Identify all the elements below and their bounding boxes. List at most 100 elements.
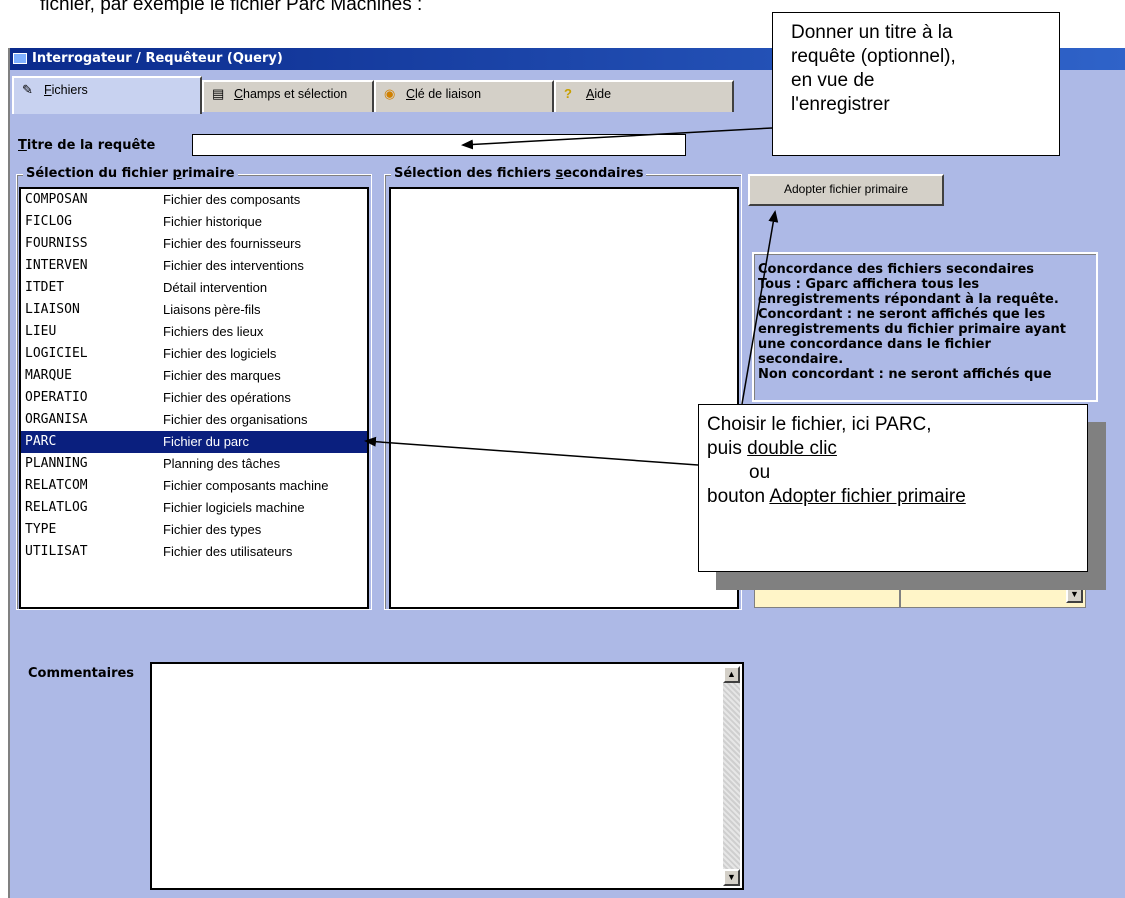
tab-fichiers-accel: F bbox=[44, 83, 52, 97]
primary-file-legend: Sélection du fichier primaire bbox=[23, 166, 238, 181]
callout-choose-line1: Choisir le fichier, ici PARC, bbox=[707, 414, 932, 435]
callout-choose-file: Choisir le fichier, ici PARC, puis doubl… bbox=[698, 404, 1088, 572]
list-item[interactable]: MARQUE Fichier des marques bbox=[21, 365, 367, 387]
file-code: PARC bbox=[25, 434, 57, 449]
pencil-icon: ✎ bbox=[22, 82, 33, 97]
tab-aide-label: ide bbox=[594, 87, 612, 101]
list-item[interactable]: UTILISAT Fichier des utilisateurs bbox=[21, 541, 367, 563]
tab-aide[interactable]: ? Aide bbox=[554, 80, 734, 112]
callout-title-line: requête (optionnel), bbox=[791, 46, 956, 67]
list-item[interactable]: PLANNING Planning des tâches bbox=[21, 453, 367, 475]
info-line: Concordance des fichiers secondaires bbox=[758, 262, 1035, 277]
file-code: COMPOSAN bbox=[25, 192, 88, 207]
list-item[interactable]: TYPE Fichier des types bbox=[21, 519, 367, 541]
secondary-file-legend: Sélection des fichiers secondaires bbox=[391, 166, 647, 181]
callout-line2-ul: double clic bbox=[747, 438, 837, 459]
info-line: enregistrements du fichier primaire ayan… bbox=[758, 322, 1067, 337]
match-type-cell[interactable] bbox=[754, 582, 900, 608]
info-line: Concordant : ne seront affichés que les bbox=[758, 307, 1046, 322]
primary-file-group: Sélection du fichier primaire COMPOSAN Fi… bbox=[16, 166, 372, 610]
callout-title-line: Donner un titre à la bbox=[791, 22, 953, 43]
file-description: Fichier des interventions bbox=[163, 258, 304, 273]
info-line: Non concordant : ne seront affichés que bbox=[758, 367, 1052, 382]
primary-legend-start: Sélection du fichier bbox=[26, 166, 173, 181]
file-code: RELATCOM bbox=[25, 478, 88, 493]
file-description: Fichier historique bbox=[163, 214, 262, 229]
file-code: TYPE bbox=[25, 522, 57, 537]
file-code: PLANNING bbox=[25, 456, 88, 471]
tab-fichiers[interactable]: ✎ Fichiers bbox=[12, 76, 202, 114]
file-code: RELATLOG bbox=[25, 500, 88, 515]
file-description: Fichier des marques bbox=[163, 368, 281, 383]
callout-choose-line3: ou bbox=[749, 462, 771, 483]
file-description: Détail intervention bbox=[163, 280, 268, 295]
file-description: Fichiers des lieux bbox=[163, 324, 264, 339]
info-line: une concordance dans le fichier bbox=[758, 337, 991, 352]
file-description: Fichier des organisations bbox=[163, 412, 308, 427]
fields-icon: ▤ bbox=[212, 86, 225, 101]
primary-legend-accel: p bbox=[172, 166, 182, 181]
list-item[interactable]: LOGICIEL Fichier des logiciels bbox=[21, 343, 367, 365]
callout-title-line: en vue de bbox=[791, 70, 875, 91]
secondary-file-list[interactable] bbox=[389, 187, 739, 609]
file-code: ITDET bbox=[25, 280, 65, 295]
window-title: Interrogateur / Requêteur (Query) bbox=[32, 51, 283, 66]
list-item[interactable]: LIAISON Liaisons père-fils bbox=[21, 299, 367, 321]
file-description: Fichier logiciels machine bbox=[163, 500, 305, 515]
callout-title-line: l'enregistrer bbox=[791, 94, 890, 115]
tab-cle-accel: C bbox=[406, 87, 416, 101]
callout-choose-line2: puis double clic bbox=[707, 437, 1079, 461]
file-code: FOURNISS bbox=[25, 236, 88, 251]
question-icon: ? bbox=[564, 86, 572, 101]
file-code: FICLOG bbox=[25, 214, 72, 229]
file-code: OPERATIO bbox=[25, 390, 88, 405]
query-title-input[interactable] bbox=[192, 134, 686, 156]
callout-title-hint: Donner un titre à la requête (optionnel)… bbox=[772, 12, 1060, 156]
callout-choose-line4: bouton Adopter fichier primaire bbox=[707, 485, 1079, 509]
callout-line4-ul: Adopter fichier primaire bbox=[769, 486, 966, 507]
file-description: Planning des tâches bbox=[163, 456, 281, 471]
list-item[interactable]: OPERATIO Fichier des opérations bbox=[21, 387, 367, 409]
file-description: Fichier des types bbox=[163, 522, 262, 537]
comments-textarea[interactable]: ▲ ▼ bbox=[150, 662, 744, 890]
file-code: INTERVEN bbox=[25, 258, 88, 273]
file-code: UTILISAT bbox=[25, 544, 88, 559]
tab-cle-liaison[interactable]: ◉ Clé de liaison bbox=[374, 80, 554, 112]
primary-file-list[interactable]: COMPOSAN Fichier des composants FICLOG Fich… bbox=[19, 187, 369, 609]
info-line: Tous : Gparc affichera tous les bbox=[758, 277, 980, 292]
query-title-accel: T bbox=[18, 138, 27, 153]
list-item[interactable]: PARC Fichier du parc bbox=[21, 431, 367, 453]
file-description: Fichier des opérations bbox=[163, 390, 291, 405]
secondary-file-group: Sélection des fichiers secondaires bbox=[384, 166, 742, 610]
document-text: fichier, par exemple le fichier Parc Mac… bbox=[40, 0, 423, 15]
list-item[interactable]: INTERVEN Fichier des interventions bbox=[21, 255, 367, 277]
file-description: Fichier des utilisateurs bbox=[163, 544, 293, 559]
list-item[interactable]: RELATCOM Fichier composants machine bbox=[21, 475, 367, 497]
chevron-down-icon[interactable]: ▼ bbox=[1066, 586, 1083, 603]
scroll-up-icon[interactable]: ▲ bbox=[723, 666, 740, 683]
list-item[interactable]: RELATLOG Fichier logiciels machine bbox=[21, 497, 367, 519]
list-item[interactable]: COMPOSAN Fichier des composants bbox=[21, 189, 367, 211]
list-item[interactable]: FOURNISS Fichier des fournisseurs bbox=[21, 233, 367, 255]
file-code: LIEU bbox=[25, 324, 57, 339]
file-description: Fichier du parc bbox=[163, 434, 249, 449]
secondary-legend-start: Sélection des fichiers bbox=[394, 166, 556, 181]
file-code: ORGANISA bbox=[25, 412, 88, 427]
adopt-primary-button[interactable]: Adopter fichier primaire bbox=[748, 174, 944, 206]
primary-file-items: COMPOSAN Fichier des composants FICLOG Fich… bbox=[21, 189, 367, 563]
list-item[interactable]: LIEU Fichiers des lieux bbox=[21, 321, 367, 343]
file-description: Fichier des composants bbox=[163, 192, 301, 207]
list-item[interactable]: FICLOG Fichier historique bbox=[21, 211, 367, 233]
primary-legend-end: rimaire bbox=[181, 166, 235, 181]
comments-scrollbar[interactable] bbox=[723, 666, 740, 886]
tab-champs-selection[interactable]: ▤ Champs et sélection bbox=[202, 80, 374, 112]
callout-line2-start: puis bbox=[707, 438, 748, 459]
list-item[interactable]: ORGANISA Fichier des organisations bbox=[21, 409, 367, 431]
info-line: enregistrements répondant à la requête. bbox=[758, 292, 1059, 307]
scroll-down-icon[interactable]: ▼ bbox=[723, 869, 740, 886]
match-type-combo[interactable]: ▼ bbox=[900, 582, 1086, 608]
list-item[interactable]: ITDET Détail intervention bbox=[21, 277, 367, 299]
concordance-info-panel: Concordance des fichiers secondaires Tou… bbox=[752, 252, 1098, 402]
disc-icon: ◉ bbox=[384, 86, 396, 101]
tab-fichiers-label: ichiers bbox=[51, 83, 88, 97]
